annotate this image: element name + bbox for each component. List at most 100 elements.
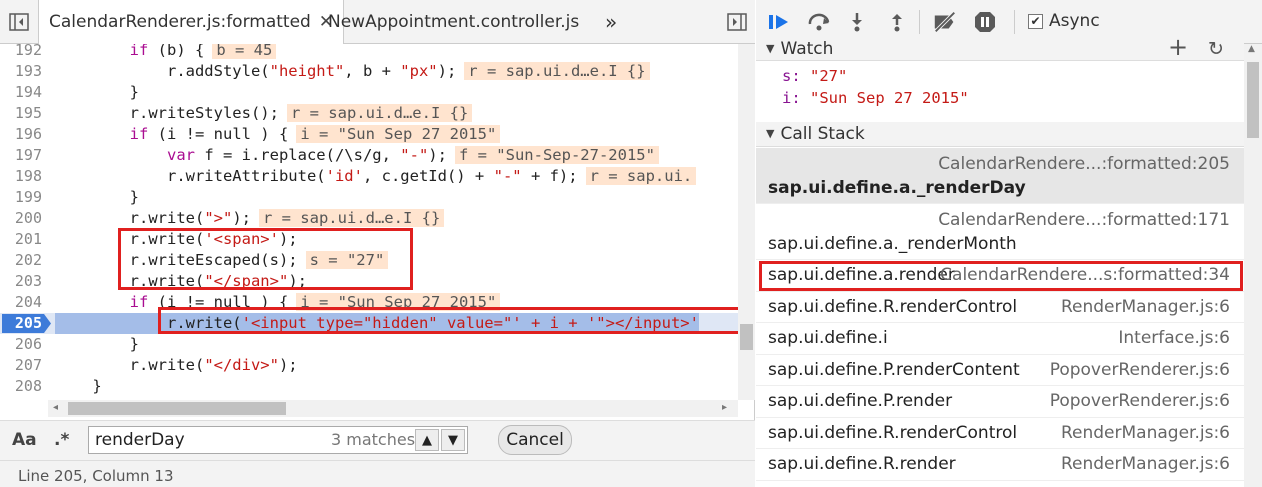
code-line[interactable]: 194 }: [0, 82, 738, 103]
call-frame[interactable]: sap.ui.define.R.render RenderManager.js:6: [756, 449, 1244, 481]
highlight-box-render-frame: [759, 261, 1243, 291]
watch-item[interactable]: i: "Sun Sep 27 2015": [782, 89, 969, 107]
regex-toggle[interactable]: .*: [54, 430, 69, 450]
scroll-right-icon[interactable]: ▸: [722, 402, 727, 413]
collapse-triangle-icon: ▼: [766, 42, 775, 55]
async-label: Async: [1049, 11, 1100, 31]
highlight-box-span: [118, 228, 413, 290]
code-line[interactable]: 207 r.write("</div>");: [0, 355, 738, 376]
code-text: }: [55, 335, 139, 353]
frame-location[interactable]: Interface.js:6: [1118, 328, 1230, 348]
frame-location[interactable]: RenderManager.js:6: [1061, 423, 1230, 443]
code-line[interactable]: 199 }: [0, 187, 738, 208]
code-line[interactable]: 200 r.write(">"); r = sap.ui.d…e.I {}: [0, 208, 738, 229]
call-frame[interactable]: sap.ui.define.P.render PopoverRenderer.js…: [756, 386, 1244, 418]
scroll-thumb[interactable]: [1247, 62, 1259, 138]
call-stack-section-header[interactable]: ▼ Call Stack: [756, 122, 1244, 147]
line-number[interactable]: 207: [0, 355, 42, 376]
line-number[interactable]: 193: [0, 61, 42, 82]
code-line[interactable]: 208 }: [0, 376, 738, 397]
frame-location[interactable]: PopoverRenderer.js:6: [1050, 391, 1230, 411]
cancel-search-button[interactable]: Cancel: [498, 425, 572, 455]
inline-value: r = sap.ui.: [585, 167, 697, 185]
code-line[interactable]: 206 }: [0, 334, 738, 355]
call-frame[interactable]: sap.ui.define.a._renderDay CalendarRender…: [756, 148, 1244, 204]
sidebar-scrollbar[interactable]: ▲: [1244, 44, 1262, 487]
line-number[interactable]: 205: [0, 313, 42, 334]
async-checkbox[interactable]: ✔ Async: [1028, 11, 1100, 31]
checkmark-icon[interactable]: ✔: [1028, 13, 1043, 29]
call-frame[interactable]: sap.ui.define.i Interface.js:6: [756, 323, 1244, 355]
match-case-toggle[interactable]: Aa: [12, 430, 37, 450]
line-number[interactable]: 196: [0, 124, 42, 145]
previous-match-button[interactable]: ▲: [415, 429, 439, 451]
line-number[interactable]: 198: [0, 166, 42, 187]
watch-value: "27": [810, 67, 848, 85]
code-editor[interactable]: 192 if (b) {b = 45 193 r.addStyle("height…: [0, 44, 755, 400]
frame-location[interactable]: PopoverRenderer.js:6: [1050, 360, 1230, 380]
search-box: 3 matches ▲ ▼: [88, 426, 468, 454]
pause-on-exceptions-icon[interactable]: [972, 10, 998, 34]
watch-item[interactable]: s: "27": [782, 67, 847, 85]
frame-location[interactable]: CalendarRendere...:formatted:171: [938, 210, 1230, 230]
tab-label: CalendarRenderer.js:formatted: [49, 12, 311, 32]
deactivate-breakpoints-icon[interactable]: [932, 10, 958, 34]
line-number[interactable]: 201: [0, 229, 42, 250]
scroll-left-icon[interactable]: ◂: [53, 402, 58, 413]
more-tabs-button[interactable]: »: [595, 0, 627, 44]
toolbar-divider: [1014, 10, 1015, 34]
line-number[interactable]: 203: [0, 271, 42, 292]
line-number[interactable]: 192: [0, 44, 42, 61]
inline-value: r = sap.ui.d…e.I {}: [258, 209, 445, 227]
refresh-icon[interactable]: ↻: [1208, 37, 1224, 61]
scroll-up-icon[interactable]: ▲: [1248, 44, 1255, 54]
code-line[interactable]: 196 if (i != null ) {i = "Sun Sep 27 201…: [0, 124, 738, 145]
call-frame[interactable]: sap.ui.define.R.renderControl RenderManag…: [756, 418, 1244, 449]
toggle-navigator-icon[interactable]: [8, 11, 30, 33]
step-over-icon[interactable]: [806, 10, 832, 34]
frame-location[interactable]: CalendarRendere...:formatted:205: [938, 154, 1230, 174]
editor-vertical-scrollbar[interactable]: [738, 44, 755, 400]
search-input[interactable]: [89, 427, 329, 453]
step-out-icon[interactable]: [884, 10, 910, 34]
line-number[interactable]: 199: [0, 187, 42, 208]
line-number[interactable]: 200: [0, 208, 42, 229]
line-number[interactable]: 195: [0, 103, 42, 124]
watch-value: "Sun Sep 27 2015": [810, 89, 969, 107]
line-number[interactable]: 197: [0, 145, 42, 166]
call-frame[interactable]: sap.ui.define.P.renderContent PopoverRend…: [756, 355, 1244, 386]
line-number[interactable]: 206: [0, 334, 42, 355]
line-number[interactable]: 202: [0, 250, 42, 271]
line-number[interactable]: 209: [0, 397, 42, 400]
scroll-thumb[interactable]: [740, 324, 753, 350]
frame-location[interactable]: RenderManager.js:6: [1061, 297, 1230, 317]
line-number[interactable]: 208: [0, 376, 42, 397]
add-watch-icon[interactable]: +: [1168, 35, 1188, 59]
line-number[interactable]: 204: [0, 292, 42, 313]
call-frame[interactable]: sap.ui.define.R.renderControl RenderManag…: [756, 292, 1244, 323]
line-number[interactable]: 194: [0, 82, 42, 103]
step-into-icon[interactable]: [844, 10, 870, 34]
code-text: if (b) {: [129, 44, 205, 59]
next-match-button[interactable]: ▼: [441, 429, 465, 451]
frame-function-name: sap.ui.define.i: [768, 328, 888, 348]
call-frame[interactable]: sap.ui.define.a._renderMonth CalendarRend…: [756, 204, 1244, 260]
editor-horizontal-scrollbar[interactable]: [48, 400, 738, 417]
code-line[interactable]: 192 if (b) {b = 45: [0, 44, 738, 61]
watch-section-header[interactable]: ▼ Watch + ↻: [756, 35, 1244, 61]
highlight-box-current-line: [158, 307, 741, 334]
code-text: r.addStyle("height", b + "px");: [55, 62, 457, 80]
code-line[interactable]: 193 r.addStyle("height", b + "px"); r = s…: [0, 61, 738, 82]
code-line[interactable]: 197 var f = i.replace(/\s/g, "-"); f = "S…: [0, 145, 738, 166]
resume-icon[interactable]: [766, 10, 792, 34]
inline-value: r = sap.ui.d…e.I {}: [464, 62, 650, 80]
code-line[interactable]: 195 r.writeStyles(); r = sap.ui.d…e.I {}: [0, 103, 738, 124]
watch-title: Watch: [780, 39, 834, 59]
scroll-thumb[interactable]: [68, 402, 286, 415]
tab-calendar-renderer[interactable]: CalendarRenderer.js:formatted ✕: [38, 0, 345, 44]
watch-key: i:: [782, 89, 801, 107]
tab-new-appointment[interactable]: NewAppointment.controller.js: [318, 0, 589, 44]
code-line[interactable]: 198 r.writeAttribute('id', c.getId() + "…: [0, 166, 738, 187]
toggle-debugger-icon[interactable]: [726, 11, 748, 33]
frame-location[interactable]: RenderManager.js:6: [1061, 454, 1230, 474]
